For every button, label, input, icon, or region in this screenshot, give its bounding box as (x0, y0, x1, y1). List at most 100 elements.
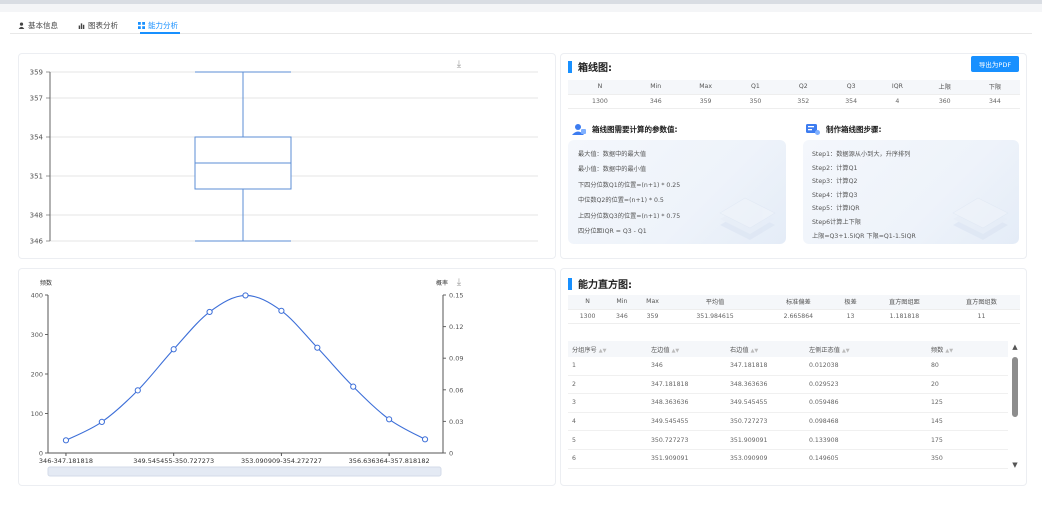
left-axis-title: 频数 (40, 279, 52, 287)
x-tick-label: 349.545455-350.727273 (133, 457, 214, 465)
table-cell: 0.133908 (809, 436, 839, 444)
active-tab-indicator (140, 32, 180, 34)
y-right-tick-label: 0.15 (449, 292, 463, 300)
curve-point (350, 383, 357, 390)
table-header-cell: N (568, 295, 608, 310)
sort-icon[interactable]: ▲▼ (672, 348, 680, 354)
scroll-up-icon[interactable]: ▲ (1011, 343, 1019, 351)
table-header-cell[interactable]: 分组序号 ▲▼ (568, 345, 651, 354)
table-cell: 2.665864 (761, 309, 836, 324)
table-cell: 3 (572, 399, 576, 407)
curve-point (98, 418, 105, 426)
zoom-slider[interactable] (47, 466, 442, 477)
y-tick-label: 346 (30, 238, 44, 246)
list-item: 下四分位数Q1的位置=(n+1) * 0.25 (578, 181, 681, 189)
table-header-cell[interactable]: 左边值 ▲▼ (651, 345, 730, 354)
histogram-bar (236, 314, 255, 453)
list-item: 最大值：数据中的最大值 (578, 151, 647, 158)
table-cell: 348.363636 (730, 380, 768, 388)
table-header-cell: Min (607, 295, 637, 310)
table-cell: 350 (931, 455, 943, 463)
table-row: 3 348.363636 349.545455 0.059486 125 (568, 394, 1008, 413)
histogram-bar (307, 383, 327, 453)
table-cell: 0.059486 (809, 399, 839, 407)
table-cell: 350.727273 (651, 436, 689, 444)
y-tick-label: 357 (30, 95, 43, 103)
scroll-down-icon[interactable]: ▼ (1011, 461, 1019, 469)
table-header-cell: Q3 (827, 80, 876, 95)
table-row: 6 351.909091 353.090909 0.149605 350 (568, 450, 1008, 469)
table-cell: 0.149605 (809, 455, 839, 463)
sort-icon[interactable]: ▲▼ (599, 348, 607, 354)
table-cell: 350.727273 (730, 418, 768, 426)
table-cell: 175 (931, 436, 943, 444)
sort-icon[interactable]: ▲▼ (945, 348, 953, 354)
table-cell: 5 (572, 436, 576, 444)
column-header-label: 左侧正态值 (809, 346, 840, 354)
table-cell: 20 (931, 380, 939, 388)
table-header-cell[interactable]: 左侧正态值 ▲▼ (809, 345, 931, 354)
tab-capability-analysis[interactable]: 能力分析 (138, 18, 178, 32)
table-header-row: N Min Max Q1 Q2 Q3 IQR 上限 下限 (568, 80, 1020, 95)
histogram-section-title: 能力直方图: (568, 276, 632, 291)
decorative-illustration (719, 197, 776, 240)
table-cell: 348.363636 (651, 399, 689, 407)
tab-chart-analysis-label: 图表分析 (88, 20, 118, 30)
table-header-cell: Q2 (779, 80, 828, 95)
histogram-bar (200, 383, 219, 453)
table-cell: 346 (607, 309, 637, 324)
table-row: 2 347.181818 348.363636 0.029523 20 (568, 376, 1008, 395)
table-cell: 346 (651, 362, 663, 370)
table-header-cell[interactable]: 频数 ▲▼ (931, 345, 1008, 354)
table-header-cell[interactable]: 右边值 ▲▼ (730, 345, 809, 354)
x-tick-label: 353.090909-354.272727 (241, 457, 322, 465)
table-row: 1300 346 359 351.984615 2.665864 13 1.181818 11 (568, 309, 1020, 324)
table-cell: 360 (919, 94, 970, 109)
table-body: 1 346 347.181818 0.012038 80 2 347.181818 348.3… (568, 357, 1008, 469)
table-cell: 351.909091 (651, 455, 689, 463)
table-cell: 349.545455 (730, 399, 768, 407)
table-cell: 359 (679, 94, 732, 109)
boxplot-section-title: 箱线图: (568, 59, 612, 74)
right-axis-title: 概率 (436, 279, 448, 287)
column-header-label: 频数 (931, 346, 944, 354)
y-right-tick-label: 0.12 (449, 323, 463, 331)
table-header-cell: N (568, 80, 632, 95)
table-header-cell: 直方图组距 (865, 295, 943, 310)
column-header-label: 左边值 (651, 346, 670, 354)
scroll-thumb[interactable] (1012, 357, 1018, 417)
y-right-tick-label: 0 (449, 450, 453, 458)
y-tick-label: 400 (31, 292, 43, 300)
curve-point (386, 416, 393, 423)
list-item: Step3：计算Q2 (812, 178, 858, 186)
histogram-chart: 频数 概率010020030040000.030.060.090.120.1534… (31, 279, 463, 477)
table-cell: 13 (835, 309, 866, 324)
table-scrollbar[interactable]: ▲ ▼ (1011, 343, 1019, 471)
y-right-tick-label: 0.09 (449, 355, 463, 363)
table-row: 5 350.727273 351.909091 0.133908 175 (568, 431, 1008, 450)
table-cell: 0.098468 (809, 418, 839, 426)
tab-capability-analysis-label: 能力分析 (148, 20, 178, 30)
x-tick-label: 356.636364-357.818182 (349, 457, 430, 465)
curve-point (421, 436, 429, 443)
tab-basic-info[interactable]: 基本信息 (18, 18, 58, 32)
steps-list-icon (806, 124, 820, 135)
sort-icon[interactable]: ▲▼ (751, 348, 759, 354)
download-icon[interactable]: ⤓ (453, 277, 465, 289)
top-strip (0, 0, 1042, 4)
steps-title-text: 制作箱线图步骤: (826, 124, 882, 134)
title-accent-bar (568, 60, 572, 73)
frequency-table: 分组序号 ▲▼ 左边值 ▲▼ 右边值 ▲▼ 左侧正态值 ▲▼ 频数 ▲▼ 1 346 347.1818… (568, 341, 1008, 469)
table-cell: 350 (731, 94, 780, 109)
table-cell: 0.012038 (809, 362, 839, 370)
sort-icon[interactable]: ▲▼ (842, 348, 850, 354)
download-icon[interactable]: ⤓ (453, 59, 465, 71)
table-cell: 1 (572, 362, 576, 370)
table-header-cell: 极差 (835, 295, 866, 310)
y-tick-label: 100 (31, 410, 43, 418)
column-header-label: 右边值 (730, 346, 749, 354)
tab-chart-analysis[interactable]: 图表分析 (78, 18, 118, 32)
table-row: 1 346 347.181818 0.012038 80 (568, 357, 1008, 376)
histogram-bar (164, 395, 184, 453)
export-pdf-button[interactable]: 导出为PDF (971, 56, 1019, 72)
